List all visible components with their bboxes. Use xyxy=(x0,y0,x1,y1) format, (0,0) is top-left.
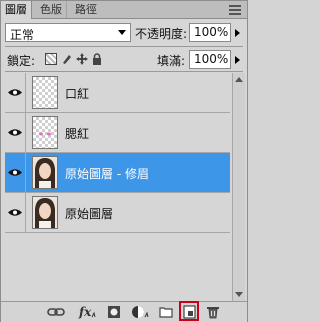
scroll-down-icon[interactable] xyxy=(235,292,243,297)
layer-name[interactable]: 原始圖層 xyxy=(65,205,113,222)
fill-slider-arrow-icon[interactable] xyxy=(235,56,240,64)
layers-scrollbar[interactable] xyxy=(232,73,245,301)
layer-name[interactable]: 原始圖層 - 修眉 xyxy=(65,165,149,182)
layer-thumbnail xyxy=(32,156,58,189)
link-icon[interactable] xyxy=(47,305,65,319)
layer-name[interactable]: 腮紅 xyxy=(65,125,89,142)
layer-thumbnail xyxy=(32,196,58,229)
blend-mode-value: 正常 xyxy=(10,28,35,42)
layers-panel: 圖層 色版 路徑 正常 不透明度: 100% 鎖定: 填滿: 100% 口紅 腮… xyxy=(0,0,248,322)
visibility-toggle[interactable] xyxy=(5,193,26,232)
portrait-thumbnail-icon xyxy=(33,157,57,188)
portrait-thumbnail-icon xyxy=(33,197,57,228)
visibility-toggle[interactable] xyxy=(5,113,26,152)
panel-tabbar: 圖層 色版 路徑 xyxy=(1,1,247,19)
fill-label: 填滿: xyxy=(157,54,186,68)
folder-icon[interactable] xyxy=(159,305,173,319)
divider xyxy=(5,71,243,72)
opacity-slider-arrow-icon[interactable] xyxy=(235,29,240,37)
blend-mode-select[interactable]: 正常 xyxy=(5,23,131,42)
blush-mark-icon xyxy=(39,132,51,136)
layer-thumbnail xyxy=(32,76,58,109)
layer-thumbnail xyxy=(32,116,58,149)
tab-layers[interactable]: 圖層 xyxy=(1,1,32,19)
tab-paths[interactable]: 路徑 xyxy=(71,1,101,18)
tab-channels[interactable]: 色版 xyxy=(36,1,67,18)
layer-row-original[interactable]: 原始圖層 xyxy=(5,193,230,233)
adjustment-icon[interactable] xyxy=(131,305,149,319)
chevron-down-icon xyxy=(118,30,126,35)
layer-row-blush[interactable]: 腮紅 xyxy=(5,113,230,153)
layer-name[interactable]: 口紅 xyxy=(65,85,89,102)
layers-toolbar: fx xyxy=(1,301,247,322)
lock-all-icon[interactable] xyxy=(91,53,103,65)
layer-row-original-brows[interactable]: 原始圖層 - 修眉 xyxy=(5,153,230,193)
eye-icon xyxy=(8,129,22,136)
divider xyxy=(5,46,243,47)
opacity-field[interactable]: 100% xyxy=(189,23,231,42)
svg-text:fx: fx xyxy=(78,305,92,319)
panel-menu-icon[interactable] xyxy=(229,3,241,15)
opacity-label: 不透明度: xyxy=(135,27,188,41)
fx-icon[interactable]: fx xyxy=(78,305,96,319)
visibility-toggle[interactable] xyxy=(5,153,26,192)
lock-transparency-icon[interactable] xyxy=(45,53,57,65)
layers-list: 口紅 腮紅 原始圖層 - 修眉 原始圖層 xyxy=(5,73,230,233)
eye-icon xyxy=(8,169,22,176)
eye-icon xyxy=(8,89,22,96)
lock-label: 鎖定: xyxy=(7,54,36,68)
fill-field[interactable]: 100% xyxy=(189,50,231,69)
trash-icon[interactable] xyxy=(206,305,220,319)
new-layer-highlight xyxy=(179,301,199,321)
lock-position-icon[interactable] xyxy=(76,53,88,65)
mask-icon[interactable] xyxy=(107,305,121,319)
eye-icon xyxy=(8,209,22,216)
visibility-toggle[interactable] xyxy=(5,73,26,112)
scroll-up-icon[interactable] xyxy=(235,77,243,82)
layer-row-lipstick[interactable]: 口紅 xyxy=(5,73,230,113)
lock-image-icon[interactable] xyxy=(61,53,73,65)
